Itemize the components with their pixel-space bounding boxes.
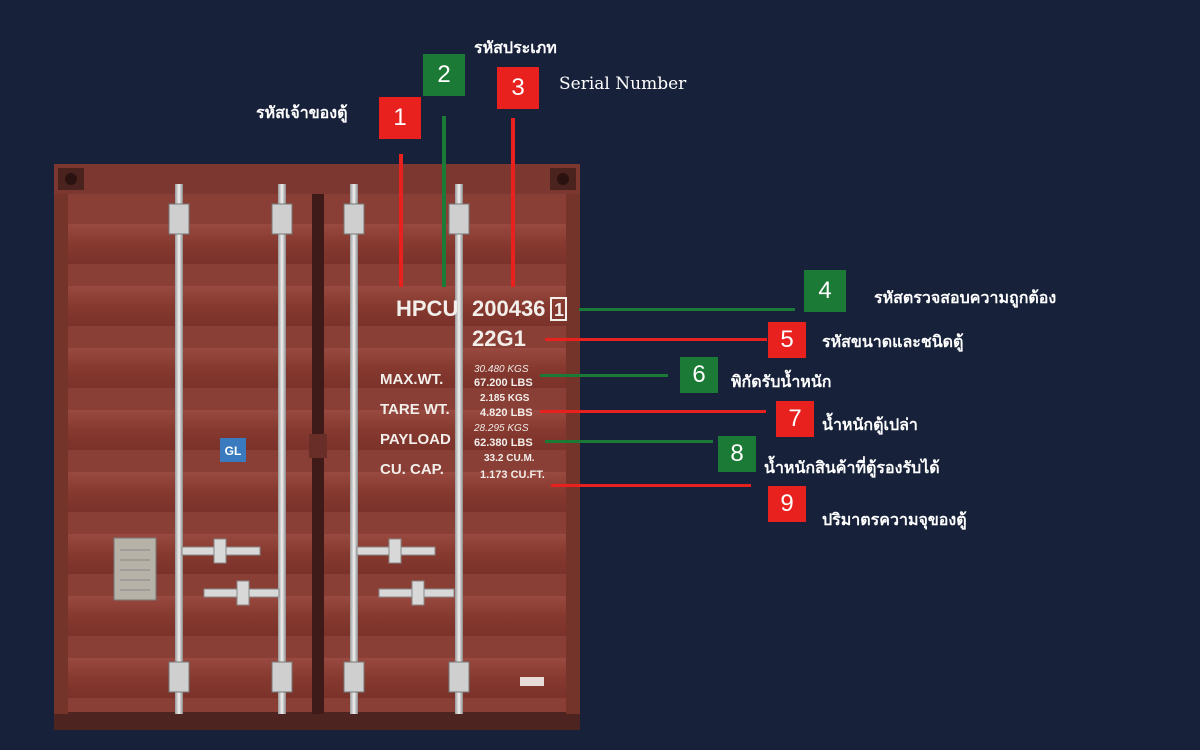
serial-number-marking: 200436 xyxy=(472,296,545,321)
callout-label-5: รหัสขนาดและชนิดตู้ xyxy=(822,332,964,351)
gl-logo: GL xyxy=(225,444,242,458)
check-digit-marking: 1 xyxy=(554,300,564,320)
callout-badge-7: 7 xyxy=(776,401,814,437)
payload-lbs: 62.380 LBS xyxy=(474,437,533,449)
connector-line-8 xyxy=(545,440,713,443)
callout-badge-2: 2 xyxy=(423,54,465,96)
size-type-marking: 22G1 xyxy=(472,326,526,351)
tare-wt-label: TARE WT. xyxy=(380,401,450,418)
container-door-illustration: GL HPCU 200436 1 22G1 MAX.WT. TARE WT. P… xyxy=(54,164,580,730)
connector-line-9 xyxy=(551,484,751,487)
connector-line-4 xyxy=(579,308,795,311)
connector-line-1 xyxy=(399,154,403,287)
max-wt-lbs: 67.200 LBS xyxy=(474,377,533,389)
connector-line-7 xyxy=(540,410,766,413)
callout-label-2: รหัสประเภท xyxy=(474,38,557,57)
max-wt-kgs: 30.480 KGS xyxy=(474,364,529,375)
callout-badge-1: 1 xyxy=(379,97,421,139)
connector-line-5 xyxy=(545,338,767,341)
callout-badge-8: 8 xyxy=(718,436,756,472)
owner-code-marking: HPCU xyxy=(396,296,458,321)
max-wt-label: MAX.WT. xyxy=(380,371,443,388)
callout-badge-5: 5 xyxy=(768,322,806,358)
callout-badge-3: 3 xyxy=(497,67,539,109)
callout-label-9: ปริมาตรความจุของตู้ xyxy=(822,510,967,529)
connector-line-6 xyxy=(540,374,668,377)
tare-wt-lbs: 4.820 LBS xyxy=(480,407,533,419)
callout-label-8: น้ำหนักสินค้าที่ตู้รองรับได้ xyxy=(764,458,940,477)
callout-badge-4: 4 xyxy=(804,270,846,312)
callout-label-4: รหัสตรวจสอบความถูกต้อง xyxy=(874,288,1057,307)
callout-label-7: น้ำหนักตู้เปล่า xyxy=(822,415,918,434)
callout-label-1: รหัสเจ้าของตู้ xyxy=(256,103,348,122)
cu-cap-label: CU. CAP. xyxy=(380,461,444,478)
cu-cap-cum: 33.2 CU.M. xyxy=(484,453,535,464)
callout-label-3: Serial Number xyxy=(559,74,687,94)
payload-label: PAYLOAD xyxy=(380,431,451,448)
callout-label-6: พิกัดรับน้ำหนัก xyxy=(731,372,832,391)
callout-badge-6: 6 xyxy=(680,357,718,393)
tare-wt-kgs: 2.185 KGS xyxy=(480,393,530,404)
payload-kgs: 28.295 KGS xyxy=(473,423,529,434)
cu-cap-cuft: 1.173 CU.FT. xyxy=(480,469,545,481)
connector-line-2 xyxy=(442,116,446,287)
connector-line-3 xyxy=(511,118,515,287)
callout-badge-9: 9 xyxy=(768,486,806,522)
diagram-stage: GL HPCU 200436 1 22G1 MAX.WT. TARE WT. P… xyxy=(0,0,1200,750)
